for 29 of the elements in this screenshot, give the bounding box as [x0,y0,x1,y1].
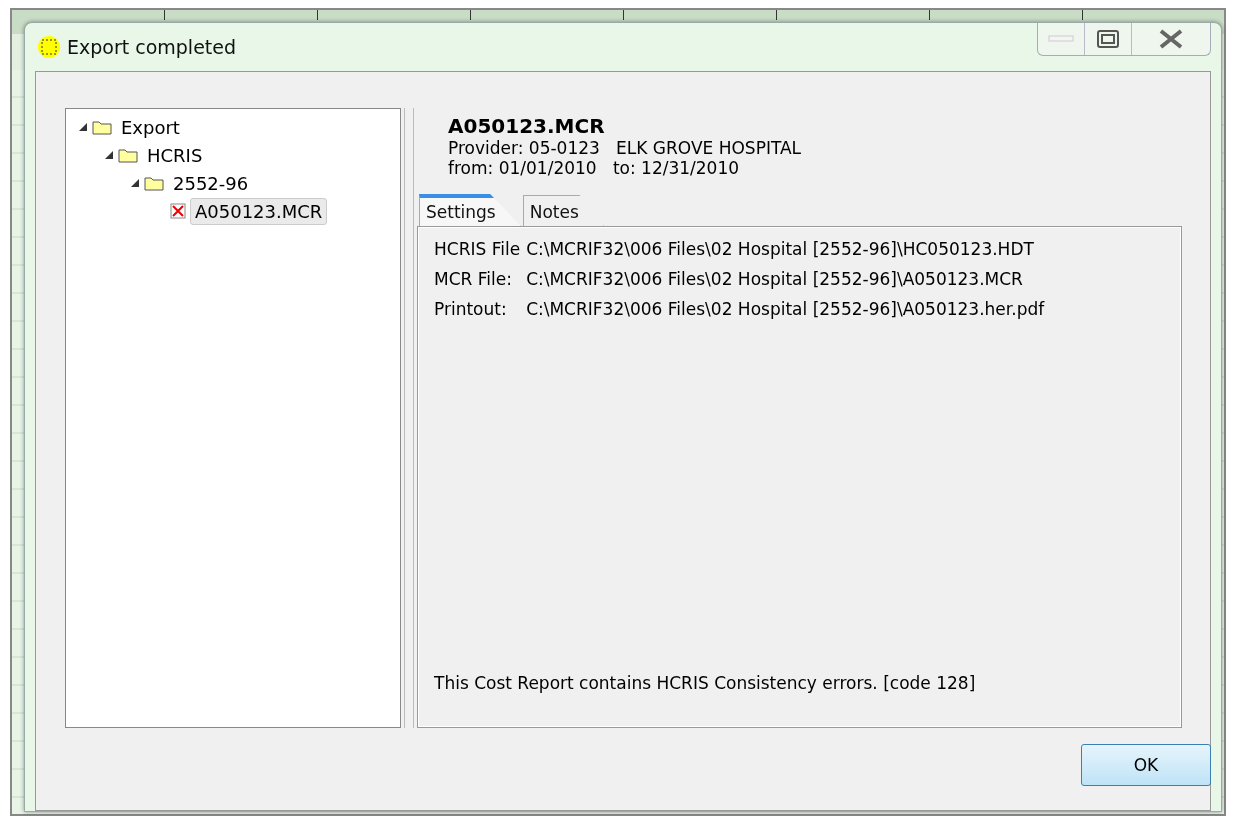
setting-label: Printout: [434,299,508,319]
close-icon [1158,29,1184,49]
folder-icon [118,147,138,163]
expander-icon[interactable] [78,122,88,132]
tree-item[interactable]: HCRIS [142,141,208,169]
tab[interactable]: Notes [522,195,604,226]
file-name: A050123.MCR [448,114,606,138]
setting-value: C:\MCRIF32\006 Files\02 Hospital [2552-96]\HC050123.HDT [526,239,1035,259]
error-icon [170,203,186,219]
period-text: from: 01/01/2010 to: 12/31/2010 [448,158,741,178]
window-title: Export completed [67,36,237,58]
provider-text: Provider: 05-0123 ELK GROVE HOSPITAL [448,138,803,158]
app-icon [37,35,61,59]
tree-item[interactable]: A050123.MCR [190,197,328,225]
tree-item[interactable]: Export [116,113,185,141]
tree-item[interactable]: 2552-96 [168,169,254,197]
status-message: This Cost Report contains HCRIS Consistency errors. [code 128] [434,673,977,693]
expander-icon[interactable] [104,150,114,160]
folder-icon [92,119,112,135]
setting-value: C:\MCRIF32\006 Files\02 Hospital [2552-96]\A050123.her.pdf [526,299,1046,319]
minimize-icon [1048,35,1074,43]
maximize-icon [1097,30,1119,48]
tab[interactable]: Settings [419,194,521,226]
expander-icon[interactable] [130,178,140,188]
ok-button[interactable]: OK [1081,744,1211,786]
setting-label: HCRIS File [434,239,521,259]
setting-value: C:\MCRIF32\006 Files\02 Hospital [2552-96]\A050123.MCR [526,269,1024,289]
setting-label: MCR File: [434,269,513,289]
folder-icon [144,175,164,191]
